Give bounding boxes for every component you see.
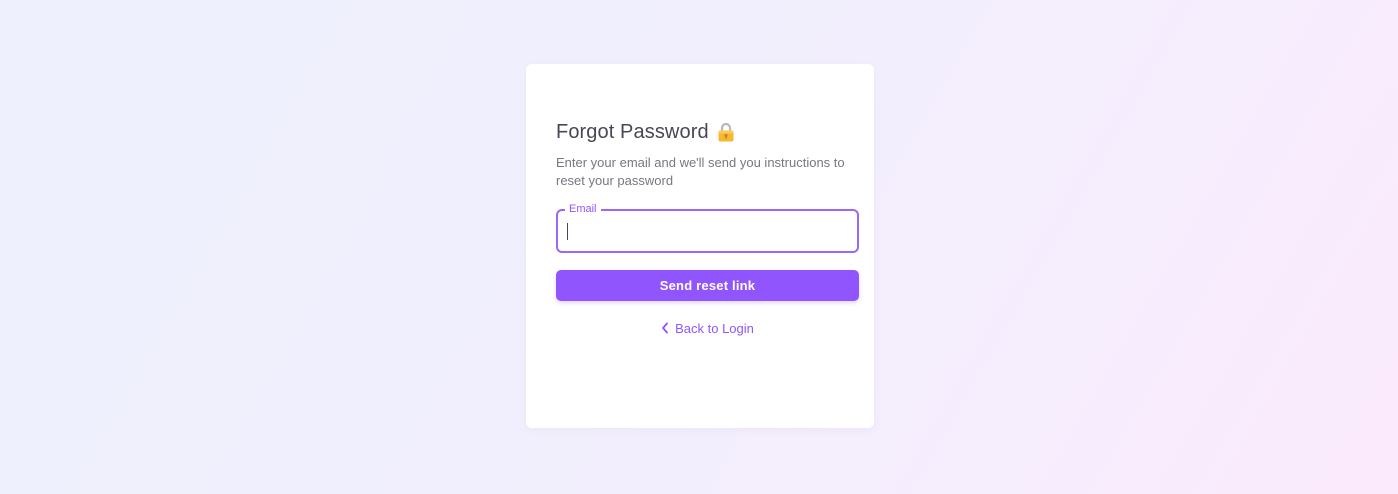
email-input[interactable]	[558, 211, 857, 251]
page-subtitle: Enter your email and we'll send you inst…	[556, 155, 845, 188]
email-field[interactable]: Email	[556, 202, 859, 253]
back-to-login-link[interactable]: Back to Login	[556, 319, 859, 337]
forgot-password-card: Forgot Password Enter your email and we'…	[526, 64, 874, 428]
send-reset-link-button[interactable]: Send reset link	[556, 270, 859, 301]
page-title: Forgot Password	[556, 120, 709, 143]
chevron-left-icon	[661, 322, 669, 334]
title-row: Forgot Password	[556, 120, 859, 144]
lock-icon	[717, 122, 735, 142]
text-caret	[567, 223, 568, 240]
back-to-login-label: Back to Login	[675, 320, 754, 336]
card-content: Forgot Password Enter your email and we'…	[556, 120, 859, 337]
